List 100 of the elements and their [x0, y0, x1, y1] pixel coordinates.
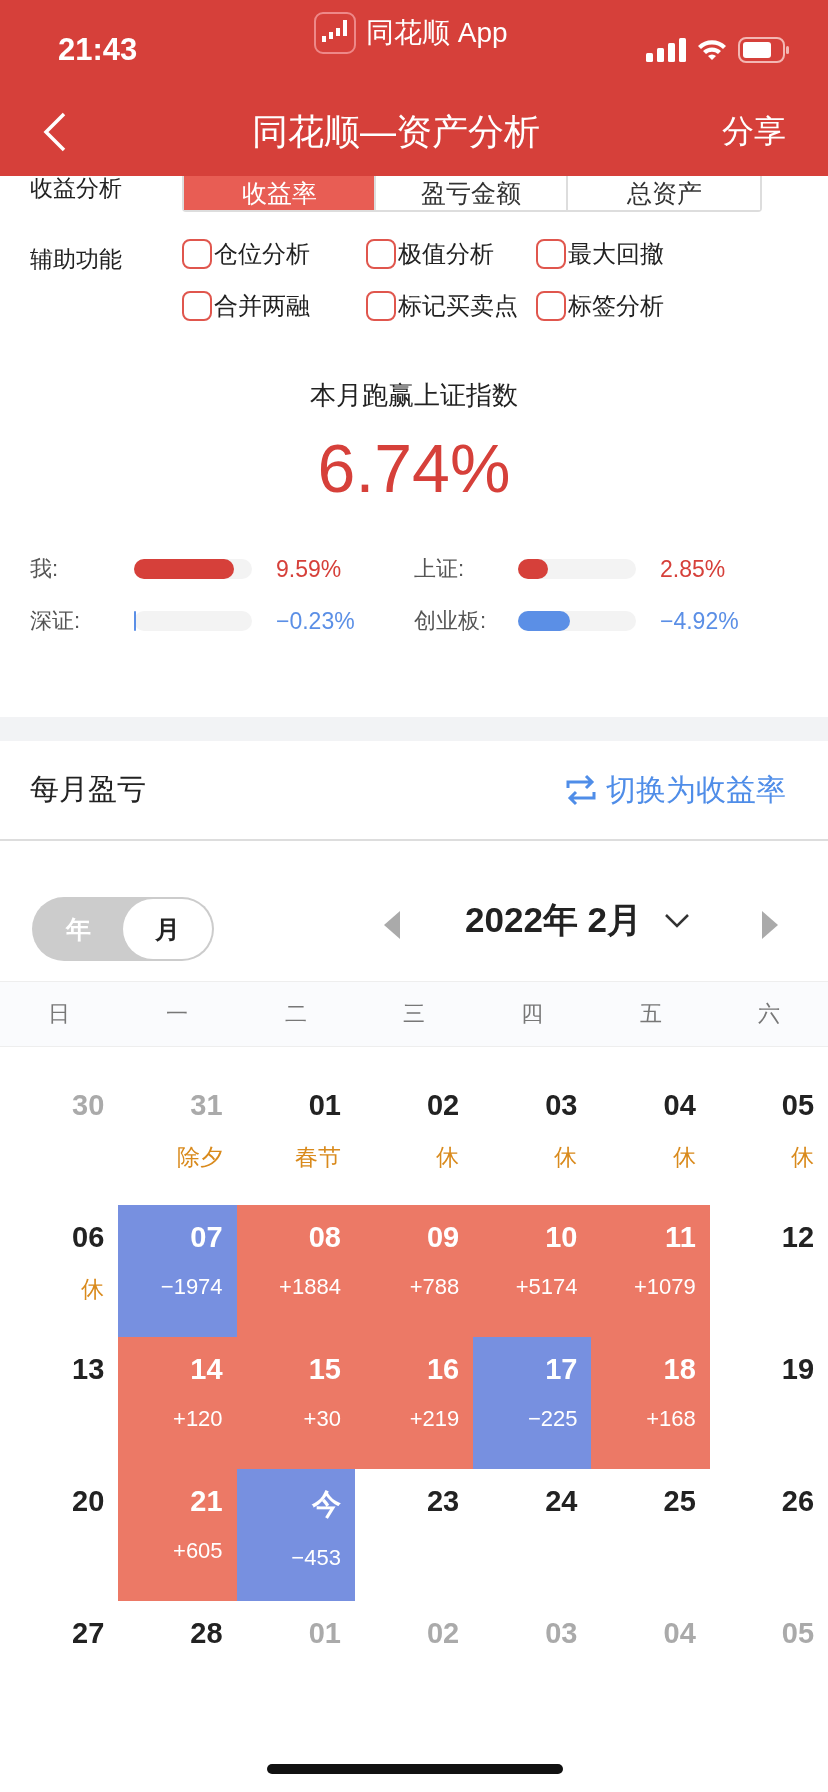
day-number[interactable]: 17	[545, 1353, 578, 1386]
previous-icon[interactable]	[384, 911, 400, 939]
checkbox[interactable]	[182, 239, 212, 269]
day-number[interactable]: 01	[308, 1089, 341, 1122]
profit-amount: +5174	[515, 1274, 578, 1300]
weekday-label: 一	[165, 1000, 190, 1028]
calendar-day[interactable]: 08 +1884	[236, 1205, 355, 1337]
day-number[interactable]: 20	[72, 1485, 105, 1518]
holiday-label: 休	[81, 1275, 105, 1304]
day-number[interactable]: 11	[665, 1221, 696, 1254]
weekday-label: 日	[47, 1000, 72, 1028]
day-number[interactable]: 31	[190, 1089, 223, 1122]
day-number[interactable]: 03	[545, 1617, 578, 1650]
day-number[interactable]: 04	[663, 1089, 696, 1122]
weekday-label: 五	[638, 1000, 663, 1028]
day-number[interactable]: 24	[545, 1485, 578, 1518]
checkbox-label[interactable]: 最大回撤	[568, 238, 664, 270]
page-title: 同花顺—资产分析	[252, 109, 540, 154]
checkbox[interactable]	[182, 291, 212, 321]
day-number[interactable]: 今	[311, 1485, 341, 1525]
calendar-day[interactable]: 15 +30	[236, 1337, 355, 1469]
calendar-day[interactable]: 今 −453	[236, 1469, 355, 1601]
profit-amount: −453	[291, 1545, 341, 1571]
day-number[interactable]: 08	[308, 1221, 341, 1254]
day-number[interactable]: 19	[781, 1353, 815, 1386]
wifi-icon	[696, 38, 728, 62]
weekday-label: 六	[756, 1000, 781, 1028]
holiday-label: 春节	[294, 1143, 341, 1172]
checkbox-label[interactable]: 仓位分析	[214, 238, 310, 270]
day-number[interactable]: 09	[426, 1221, 460, 1254]
switch-link[interactable]: 切换为收益率	[564, 769, 786, 811]
chevron-down-icon[interactable]	[664, 912, 691, 929]
calendar-day[interactable]: 09 +788	[354, 1205, 474, 1337]
day-number[interactable]: 05	[781, 1089, 815, 1122]
day-number[interactable]: 16	[426, 1353, 460, 1386]
checkbox-label[interactable]: 标记买卖点	[398, 290, 518, 322]
day-number[interactable]: 15	[308, 1353, 341, 1386]
summary-caption: 本月跑赢上证指数	[310, 379, 518, 412]
checkbox[interactable]	[366, 291, 396, 321]
checkbox[interactable]	[366, 239, 396, 269]
holiday-label: 除夕	[176, 1143, 223, 1172]
day-number[interactable]: 18	[663, 1353, 696, 1386]
profit-amount: +120	[173, 1406, 223, 1432]
day-number[interactable]: 28	[190, 1617, 223, 1650]
day-number[interactable]: 04	[663, 1617, 696, 1650]
day-number[interactable]: 27	[72, 1617, 105, 1650]
weekday-label: 四	[520, 1000, 545, 1028]
day-number[interactable]: 01	[308, 1617, 341, 1650]
day-number[interactable]: 12	[781, 1221, 815, 1254]
holiday-label: 休	[436, 1143, 460, 1172]
profit-amount: +1884	[279, 1274, 341, 1300]
checkbox-label[interactable]: 极值分析	[398, 238, 494, 270]
index-label: 我:	[30, 555, 60, 583]
calendar-day[interactable]: 07 −1974	[118, 1205, 237, 1337]
calendar-day[interactable]: 16 +219	[354, 1337, 474, 1469]
percent-value: −0.23%	[276, 607, 355, 635]
day-number[interactable]: 05	[781, 1617, 815, 1650]
calendar-day[interactable]: 21 +605	[118, 1469, 237, 1601]
index-label: 创业板:	[414, 607, 488, 635]
swap-icon	[564, 774, 598, 806]
calendar-day[interactable]: 14 +120	[118, 1337, 237, 1469]
month-label[interactable]: 2022年 2月	[465, 897, 643, 944]
calendar-day[interactable]: 11 +1079	[591, 1205, 710, 1337]
holiday-label: 休	[672, 1143, 696, 1172]
summary-value: 6.74%	[317, 429, 511, 507]
app-label[interactable]: 同花顺 App	[366, 14, 508, 52]
next-icon[interactable]	[762, 911, 778, 939]
holiday-label: 休	[791, 1143, 815, 1172]
day-number[interactable]: 30	[72, 1089, 105, 1122]
checkbox-label[interactable]: 合并两融	[214, 290, 310, 322]
percent-value: 9.59%	[276, 555, 342, 583]
status-time: 21:43	[58, 31, 138, 68]
calendar-day[interactable]: 18 +168	[591, 1337, 710, 1469]
holiday-label: 休	[554, 1143, 578, 1172]
day-number[interactable]: 23	[426, 1485, 460, 1518]
day-number[interactable]: 13	[72, 1353, 105, 1386]
day-number[interactable]: 25	[663, 1485, 696, 1518]
calendar-day[interactable]: 17 −225	[473, 1337, 592, 1469]
app-icon[interactable]	[314, 12, 356, 54]
day-number[interactable]: 10	[545, 1221, 578, 1254]
profit-amount: +788	[409, 1274, 460, 1300]
calendar-day[interactable]: 10 +5174	[473, 1205, 592, 1337]
day-number[interactable]: 02	[426, 1089, 460, 1122]
day-number[interactable]: 06	[72, 1221, 105, 1254]
day-number[interactable]: 21	[190, 1485, 223, 1518]
checkbox[interactable]	[536, 291, 566, 321]
tab[interactable]: 收益率	[184, 176, 376, 210]
day-number[interactable]: 02	[426, 1617, 460, 1650]
day-number[interactable]: 07	[190, 1221, 223, 1254]
profit-amount: −225	[527, 1406, 578, 1432]
day-number[interactable]: 14	[190, 1353, 223, 1386]
mode-option[interactable]: 月	[123, 899, 212, 959]
percent-value: 2.85%	[660, 555, 726, 583]
checkbox-label[interactable]: 标签分析	[568, 290, 664, 322]
profit-amount: −1974	[160, 1274, 223, 1300]
weekday-label: 三	[402, 1000, 426, 1028]
day-number[interactable]: 03	[545, 1089, 578, 1122]
share-button[interactable]: 分享	[722, 110, 786, 154]
checkbox[interactable]	[536, 239, 566, 269]
day-number[interactable]: 26	[781, 1485, 815, 1518]
